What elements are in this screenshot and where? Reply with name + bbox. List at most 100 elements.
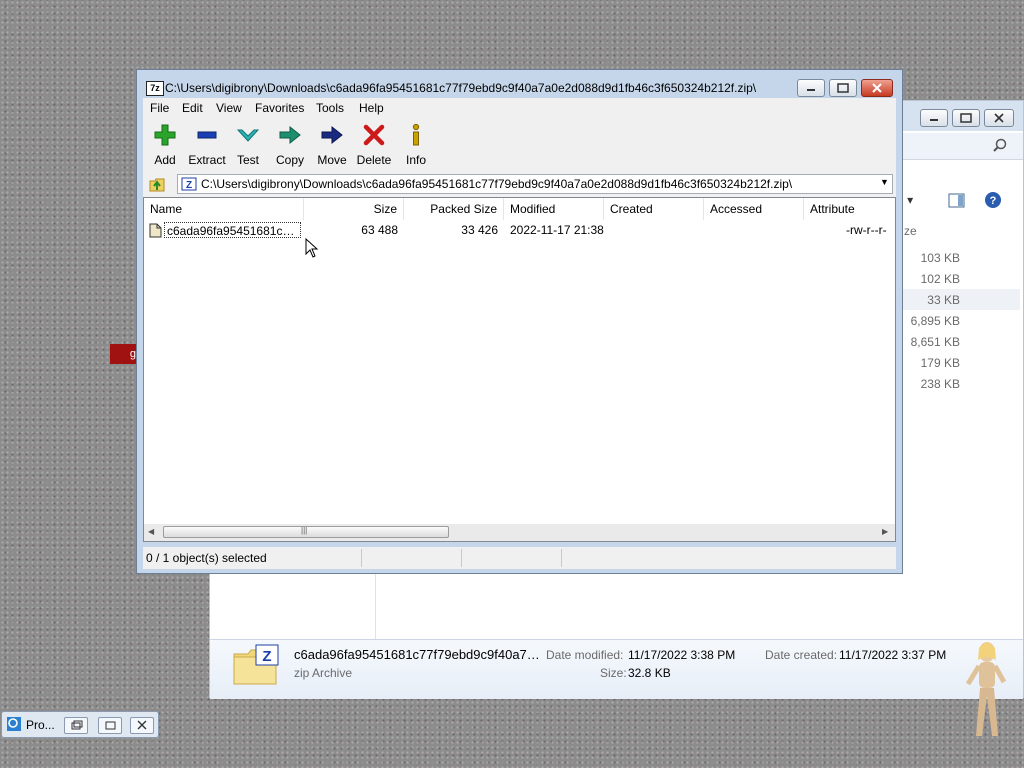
7zip-app-icon: 7z — [146, 81, 164, 96]
explorer-nav-divider — [375, 571, 376, 639]
chevron-down-icon[interactable]: ▼ — [880, 177, 889, 187]
move-icon — [321, 125, 343, 145]
file-list: Name Size Packed Size Modified Created A… — [143, 197, 896, 542]
menu-tools[interactable]: Tools — [316, 101, 344, 115]
address-bar: Z C:\Users\digibrony\Downloads\c6ada96fa… — [143, 171, 896, 197]
test-label: Test — [236, 153, 259, 167]
zip-folder-icon: Z — [232, 644, 280, 691]
preview-pane-icon[interactable] — [948, 193, 966, 212]
column-header-packed-size[interactable]: Packed Size — [404, 198, 504, 220]
explorer-maximize-button[interactable] — [952, 109, 980, 127]
file-icon — [149, 223, 162, 241]
details-filetype: zip Archive — [294, 666, 353, 680]
toolbar: Add Extract Test Copy Move Delete Info — [143, 119, 896, 172]
explorer-minimize-button[interactable] — [920, 109, 948, 127]
menu-bar: File Edit View Favorites Tools Help — [143, 98, 896, 119]
taskbar-button[interactable]: Pro... — [1, 711, 159, 738]
status-divider — [461, 549, 462, 567]
app-icon — [6, 716, 22, 735]
taskbar-button-label: Pro... — [26, 718, 55, 732]
up-folder-icon[interactable] — [148, 175, 166, 196]
copy-label: Copy — [275, 153, 304, 167]
menu-edit[interactable]: Edit — [182, 101, 203, 115]
column-header-size[interactable]: Size — [304, 198, 404, 220]
copy-button[interactable]: Copy — [268, 123, 312, 167]
file-size-cell: 6,895 KB — [910, 314, 960, 328]
column-header-created[interactable]: Created — [604, 198, 704, 220]
scroll-left-icon[interactable]: ◀ — [148, 527, 154, 536]
delete-icon — [363, 124, 385, 146]
column-header-accessed[interactable]: Accessed — [704, 198, 804, 220]
copy-icon — [279, 125, 301, 145]
column-header-attributes[interactable]: Attribute — [804, 198, 895, 220]
details-filename: c6ada96fa95451681c77f79ebd9c9f40a7a... — [294, 647, 544, 662]
menu-file[interactable]: File — [150, 101, 169, 115]
test-button[interactable]: Test — [226, 123, 270, 167]
close-icon[interactable] — [130, 717, 154, 734]
svg-text:Z: Z — [186, 180, 192, 191]
file-size-cell: 179 KB — [920, 356, 960, 370]
add-button[interactable]: Add — [143, 123, 187, 167]
explorer-column-header-partial: ze — [904, 224, 917, 238]
address-field[interactable]: Z C:\Users\digibrony\Downloads\c6ada96fa… — [177, 174, 893, 194]
menu-favorites[interactable]: Favorites — [255, 101, 304, 115]
move-label: Move — [317, 153, 347, 167]
scroll-right-icon[interactable]: ▶ — [882, 527, 888, 536]
file-name-cell[interactable]: c6ada96fa95451681c77f... — [164, 222, 301, 238]
explorer-details-pane: Z c6ada96fa95451681c77f79ebd9c9f40a7a...… — [210, 639, 1023, 699]
date-modified-value: 11/17/2022 3:38 PM — [628, 648, 736, 662]
date-created-value: 11/17/2022 3:37 PM — [839, 648, 947, 662]
status-divider — [361, 549, 362, 567]
file-size-cell: 238 KB — [920, 377, 960, 391]
explorer-close-button[interactable] — [984, 109, 1014, 127]
move-button[interactable]: Move — [310, 123, 354, 167]
test-icon — [236, 129, 260, 142]
delete-button[interactable]: Delete — [352, 123, 396, 167]
file-size-cell: 63 488 — [361, 223, 398, 237]
zip-letter: Z — [262, 648, 271, 665]
help-icon[interactable]: ? — [984, 191, 1002, 212]
column-header-modified[interactable]: Modified — [504, 198, 604, 220]
file-size-cell: 8,651 KB — [910, 335, 960, 349]
address-text: C:\Users\digibrony\Downloads\c6ada96fa95… — [201, 177, 793, 191]
add-label: Add — [154, 153, 176, 167]
extract-label: Extract — [188, 153, 226, 167]
column-header-name[interactable]: Name — [144, 198, 304, 220]
zip-file-icon: Z — [181, 177, 197, 194]
minimize-button[interactable] — [797, 79, 825, 97]
status-divider — [561, 549, 562, 567]
menu-help[interactable]: Help — [359, 101, 384, 115]
list-header: Name Size Packed Size Modified Created A… — [144, 198, 895, 220]
horizontal-scrollbar[interactable]: ◀ ||| ▶ — [144, 524, 895, 541]
maximize-icon[interactable] — [98, 717, 122, 734]
packed-size-cell: 33 426 — [461, 223, 498, 237]
menu-view[interactable]: View — [216, 101, 242, 115]
modified-cell: 2022-11-17 21:38 — [510, 223, 604, 237]
size-value: 32.8 KB — [628, 666, 671, 680]
attributes-cell: -rw-r--r- — [846, 223, 887, 237]
desktop-red-tile: g — [110, 344, 138, 364]
extract-button[interactable]: Extract — [185, 123, 229, 167]
scrollbar-thumb[interactable]: ||| — [163, 526, 449, 538]
window-title: C:\Users\digibrony\Downloads\c6ada96fa95… — [165, 81, 757, 95]
status-bar: 0 / 1 object(s) selected — [143, 547, 896, 569]
close-button[interactable] — [861, 79, 893, 97]
date-created-label: Date created: — [765, 648, 838, 662]
file-size-cell: 33 KB — [927, 293, 960, 307]
file-size-cell: 103 KB — [920, 251, 960, 265]
maximize-button[interactable] — [829, 79, 857, 97]
size-label: Size: — [600, 666, 627, 680]
search-icon[interactable] — [992, 138, 1008, 157]
restore-icon[interactable] — [64, 717, 88, 734]
7zip-window: 7z C:\Users\digibrony\Downloads\c6ada96f… — [136, 69, 903, 574]
table-row[interactable]: c6ada96fa95451681c77f... 63 488 33 426 2… — [144, 222, 895, 241]
desktop-mascot-figure — [962, 640, 1012, 745]
svg-text:?: ? — [990, 195, 997, 207]
delete-label: Delete — [356, 153, 392, 167]
file-size-cell: 102 KB — [920, 272, 960, 286]
extract-icon — [197, 131, 217, 139]
info-icon — [412, 123, 420, 146]
info-label: Info — [405, 153, 426, 167]
info-button[interactable]: Info — [394, 123, 438, 167]
status-text: 0 / 1 object(s) selected — [146, 551, 267, 565]
